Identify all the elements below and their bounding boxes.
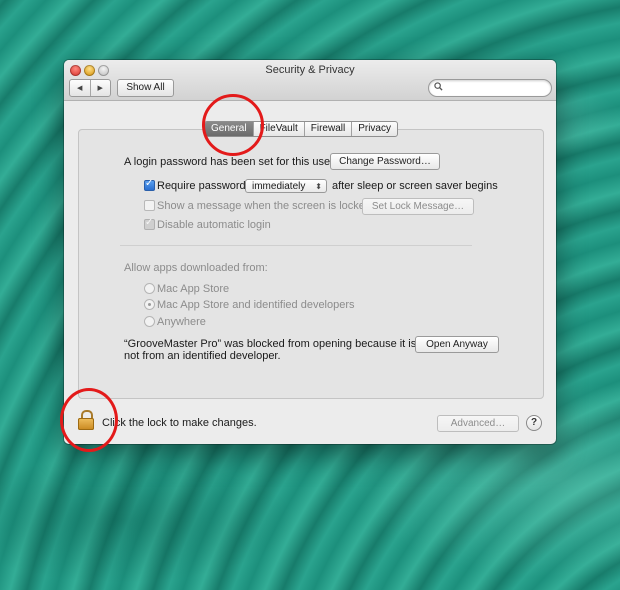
radio-mac-app-store[interactable] <box>144 283 155 294</box>
tab-filevault[interactable]: FileVault <box>252 122 304 136</box>
titlebar: Security & Privacy ◀ ▶ Show All <box>64 60 556 101</box>
require-password-label: Require password <box>157 180 246 192</box>
radio-identified-developers-label: Mac App Store and identified developers <box>157 299 355 311</box>
radio-mac-app-store-label: Mac App Store <box>157 283 230 295</box>
radio-anywhere[interactable] <box>144 316 155 327</box>
require-password-checkbox[interactable] <box>144 178 155 191</box>
radio-anywhere-label: Anywhere <box>157 316 206 328</box>
advanced-button[interactable]: Advanced… <box>437 415 519 432</box>
allow-apps-label: Allow apps downloaded from: <box>124 262 268 274</box>
show-all-button[interactable]: Show All <box>117 79 174 97</box>
after-sleep-text: after sleep or screen saver begins <box>332 180 498 192</box>
search-icon <box>434 82 443 94</box>
require-password-delay-select[interactable]: immediately ⬍ <box>245 179 327 193</box>
show-message-label: Show a message when the screen is locked <box>157 200 372 212</box>
radio-identified-developers[interactable] <box>144 299 155 310</box>
tab-bar: General FileVault Firewall Privacy <box>204 121 398 137</box>
back-arrow-icon[interactable]: ◀ <box>70 80 90 96</box>
help-button[interactable]: ? <box>526 415 542 431</box>
require-password-delay-value: immediately <box>252 181 306 192</box>
search-field[interactable] <box>428 79 552 97</box>
disable-autologin-label: Disable automatic login <box>157 219 271 231</box>
open-anyway-button[interactable]: Open Anyway <box>415 336 499 353</box>
set-lock-message-button[interactable]: Set Lock Message… <box>362 198 474 215</box>
back-forward-control: ◀ ▶ <box>69 79 111 97</box>
blocked-app-message-line1: “GrooveMaster Pro” was blocked from open… <box>124 338 417 350</box>
disable-autologin-checkbox[interactable] <box>144 217 155 230</box>
tab-general[interactable]: General <box>205 122 253 136</box>
lock-instructions: Click the lock to make changes. <box>102 417 257 429</box>
forward-arrow-icon[interactable]: ▶ <box>89 80 111 96</box>
blocked-app-message-line2: not from an identified developer. <box>124 350 281 362</box>
tab-privacy[interactable]: Privacy <box>351 122 397 136</box>
section-divider <box>120 245 472 246</box>
window-title: Security & Privacy <box>265 64 355 76</box>
security-privacy-window: Security & Privacy ◀ ▶ Show All General … <box>64 60 556 444</box>
lock-icon[interactable] <box>78 410 94 430</box>
login-password-text: A login password has been set for this u… <box>124 156 334 168</box>
show-message-checkbox[interactable] <box>144 200 155 211</box>
change-password-button[interactable]: Change Password… <box>330 153 440 170</box>
popup-arrows-icon: ⬍ <box>315 182 322 191</box>
tab-firewall[interactable]: Firewall <box>303 122 351 136</box>
